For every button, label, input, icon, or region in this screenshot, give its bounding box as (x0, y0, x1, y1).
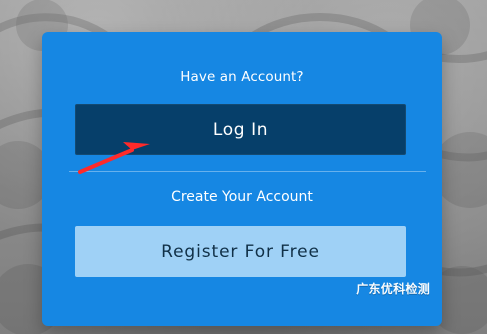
watermark-text: 广东优科检测 (356, 282, 430, 296)
red-arrow-icon (78, 142, 150, 174)
have-account-title: Have an Account? (180, 69, 304, 85)
create-account-title: Create Your Account (171, 189, 313, 205)
register-button[interactable]: Register For Free (75, 226, 406, 277)
